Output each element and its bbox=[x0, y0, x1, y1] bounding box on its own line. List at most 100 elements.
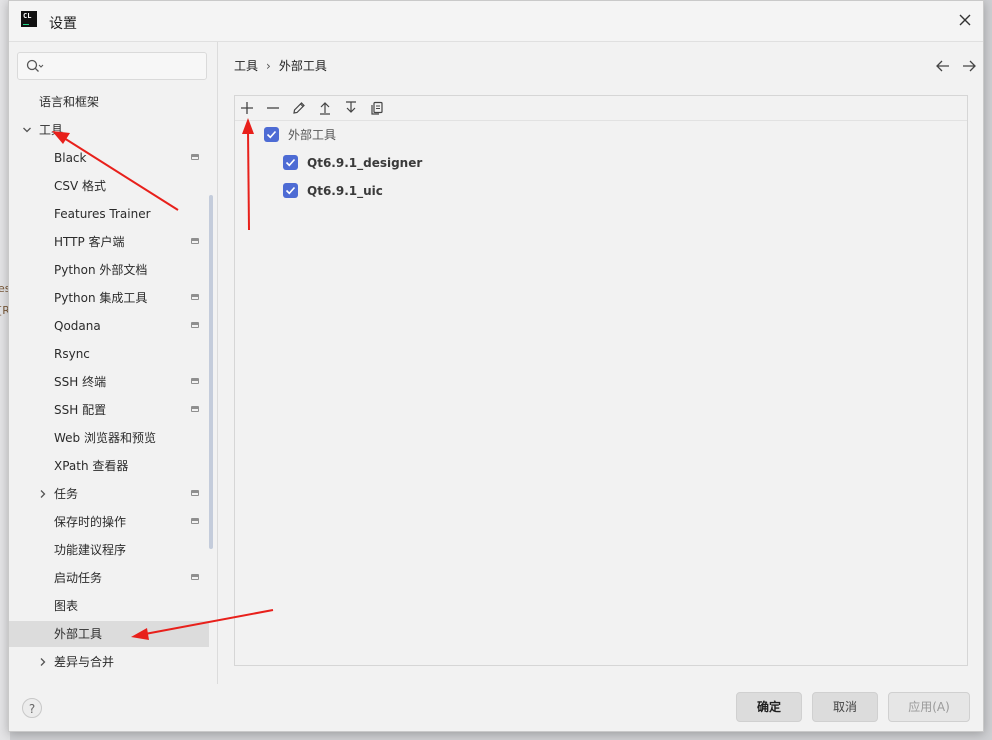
search-input[interactable] bbox=[17, 52, 207, 80]
apply-button[interactable]: 应用(A) bbox=[888, 692, 970, 722]
edit-pencil-icon bbox=[293, 102, 305, 114]
back-button[interactable] bbox=[935, 58, 951, 77]
tool-group-label: 外部工具 bbox=[288, 128, 337, 142]
sidebar-item[interactable]: HTTP 客户端 bbox=[9, 229, 209, 255]
breadcrumb-parent[interactable]: 工具 bbox=[234, 59, 258, 73]
window-title: 设置 bbox=[49, 16, 77, 32]
sidebar-item[interactable]: SSH 配置 bbox=[9, 397, 209, 423]
search-icon bbox=[26, 59, 44, 72]
move-down-icon bbox=[346, 101, 356, 113]
breadcrumb-current: 外部工具 bbox=[278, 59, 327, 73]
project-scope-icon bbox=[191, 378, 199, 384]
minus-icon bbox=[267, 107, 279, 109]
move-up-button[interactable] bbox=[317, 100, 333, 116]
sidebar-item-label: Web 浏览器和预览 bbox=[54, 431, 156, 445]
sidebar-item[interactable]: 外部工具 bbox=[9, 621, 209, 647]
close-icon bbox=[959, 14, 971, 26]
checkmark-icon bbox=[285, 186, 296, 195]
sidebar-item[interactable]: 启动任务 bbox=[9, 565, 209, 591]
sidebar-item[interactable]: 任务 bbox=[9, 481, 209, 507]
sidebar-item-label: XPath 查看器 bbox=[54, 459, 129, 473]
sidebar-item-label: Python 外部文档 bbox=[54, 263, 148, 277]
sidebar-item-label: Python 集成工具 bbox=[54, 291, 148, 305]
chevron-right-icon[interactable] bbox=[38, 657, 48, 667]
project-scope-icon bbox=[191, 294, 199, 300]
external-tools-page: 工具 › 外部工具 外部工具 Qt6.9.1_designer Qt6.9.1_… bbox=[218, 42, 983, 684]
sidebar-item-label: 图表 bbox=[54, 599, 79, 613]
sidebar-item[interactable]: Black bbox=[9, 145, 209, 171]
sidebar-item-label: 保存时的操作 bbox=[54, 515, 127, 529]
copy-tool-button[interactable] bbox=[369, 100, 385, 116]
tools-toolbar bbox=[235, 96, 967, 121]
navigation-arrows bbox=[935, 58, 977, 77]
sidebar-item-label: CSV 格式 bbox=[54, 179, 107, 193]
tool-label: Qt6.9.1_designer bbox=[307, 156, 423, 170]
sidebar-item[interactable]: Features Trainer bbox=[9, 201, 209, 227]
sidebar-item-label: 任务 bbox=[54, 487, 79, 501]
group-checkbox[interactable] bbox=[264, 127, 279, 142]
sidebar-item[interactable]: 语言和框架 bbox=[9, 89, 209, 115]
sidebar-item-label: Features Trainer bbox=[54, 207, 151, 221]
sidebar-scrollbar[interactable] bbox=[209, 195, 213, 549]
sidebar-item[interactable]: SSH 终端 bbox=[9, 369, 209, 395]
edit-tool-button[interactable] bbox=[291, 100, 307, 116]
sidebar-item-label: 差异与合并 bbox=[54, 655, 115, 669]
breadcrumb-separator-icon: › bbox=[266, 59, 271, 73]
sidebar-item[interactable]: Web 浏览器和预览 bbox=[9, 425, 209, 451]
project-scope-icon bbox=[191, 574, 199, 580]
sidebar-item-label: SSH 配置 bbox=[54, 403, 107, 417]
sidebar-item-label: 功能建议程序 bbox=[54, 543, 127, 557]
sidebar-item[interactable]: Python 外部文档 bbox=[9, 257, 209, 283]
breadcrumb: 工具 › 外部工具 bbox=[234, 57, 327, 74]
tool-checkbox[interactable] bbox=[283, 155, 298, 170]
sidebar-item[interactable]: CSV 格式 bbox=[9, 173, 209, 199]
move-down-button[interactable] bbox=[343, 100, 359, 116]
sidebar-item-label: Rsync bbox=[54, 347, 90, 361]
chevron-down-icon[interactable] bbox=[22, 125, 32, 135]
sidebar-item[interactable]: 保存时的操作 bbox=[9, 509, 209, 535]
arrow-left-icon bbox=[936, 60, 949, 72]
ok-button[interactable]: 确定 bbox=[736, 692, 802, 722]
sidebar-item-label: SSH 终端 bbox=[54, 375, 107, 389]
cancel-button[interactable]: 取消 bbox=[812, 692, 878, 722]
sidebar-item[interactable]: 功能建议程序 bbox=[9, 537, 209, 563]
sidebar-item-label: Qodana bbox=[54, 319, 101, 333]
title-bar: CL 设置 bbox=[9, 1, 983, 42]
checkmark-icon bbox=[266, 130, 277, 139]
external-tools-list: 外部工具 Qt6.9.1_designer Qt6.9.1_uic bbox=[234, 95, 968, 666]
sidebar-item-label: 工具 bbox=[39, 123, 64, 137]
sidebar-item[interactable]: Rsync bbox=[9, 341, 209, 367]
chevron-right-icon[interactable] bbox=[38, 489, 48, 499]
settings-sidebar: 语言和框架工具 Black CSV 格式 Features Trainer HTTP 客… bbox=[9, 42, 218, 684]
project-scope-icon bbox=[191, 238, 199, 244]
sidebar-item[interactable]: Qodana bbox=[9, 313, 209, 339]
sidebar-item-label: 外部工具 bbox=[54, 627, 103, 641]
project-scope-icon bbox=[191, 154, 199, 160]
project-scope-icon bbox=[191, 322, 199, 328]
help-button[interactable]: ? bbox=[22, 698, 42, 718]
sidebar-item-label: 语言和框架 bbox=[39, 95, 100, 109]
checkmark-icon bbox=[285, 158, 296, 167]
tool-checkbox[interactable] bbox=[283, 183, 298, 198]
close-button[interactable] bbox=[955, 10, 975, 30]
sidebar-item-label: HTTP 客户端 bbox=[54, 235, 125, 249]
add-tool-button[interactable] bbox=[239, 100, 255, 116]
sidebar-item[interactable]: 图表 bbox=[9, 593, 209, 619]
plus-icon bbox=[241, 102, 253, 114]
sidebar-item[interactable]: 工具 bbox=[9, 117, 209, 143]
sidebar-item[interactable]: XPath 查看器 bbox=[9, 453, 209, 479]
project-scope-icon bbox=[191, 518, 199, 524]
forward-button[interactable] bbox=[961, 58, 977, 77]
move-up-icon bbox=[320, 102, 330, 115]
sidebar-item[interactable]: Python 集成工具 bbox=[9, 285, 209, 311]
remove-tool-button[interactable] bbox=[265, 100, 281, 116]
project-scope-icon bbox=[191, 406, 199, 412]
tool-label: Qt6.9.1_uic bbox=[307, 184, 383, 198]
sidebar-item-label: Black bbox=[54, 151, 87, 165]
dialog-footer: ? 确定 取消 应用(A) bbox=[9, 684, 983, 733]
arrow-right-icon bbox=[963, 60, 976, 72]
sidebar-item[interactable]: 差异与合并 bbox=[9, 649, 209, 675]
app-logo-icon: CL bbox=[21, 11, 37, 27]
settings-dialog: CL 设置 语言和框架 工具 Black CSV 格式 Features Trainer… bbox=[8, 0, 984, 732]
copy-icon bbox=[371, 101, 383, 115]
